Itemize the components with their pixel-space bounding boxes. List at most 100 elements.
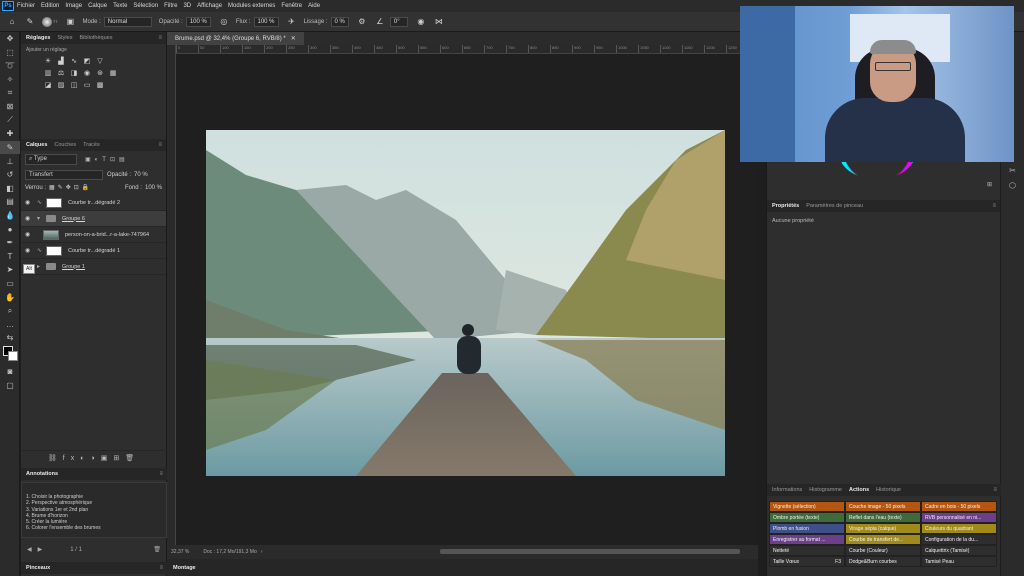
menu-filtre[interactable]: Filtre <box>164 3 177 9</box>
mode-control[interactable]: Mode : Normal <box>82 16 152 27</box>
tab-actions[interactable]: Actions <box>849 487 869 493</box>
action-item[interactable]: Plomb en fusion <box>769 523 845 534</box>
symmetry-icon[interactable]: ⋈ <box>433 16 445 28</box>
menu-fenetre[interactable]: Fenêtre <box>281 3 302 9</box>
history-brush-tool-icon[interactable]: ↺ <box>0 168 20 182</box>
action-item[interactable]: Tamisé Peau <box>921 556 997 567</box>
prev-arrow-icon[interactable]: ◀ <box>27 546 32 553</box>
tab-informations[interactable]: Informations <box>772 487 802 493</box>
eye-icon[interactable]: ◉ <box>25 199 33 206</box>
opacity-field[interactable]: 100 % <box>185 16 211 27</box>
flux-field[interactable]: 100 % <box>253 16 279 27</box>
tab-annotations[interactable]: Annotations <box>26 471 58 477</box>
eye-icon[interactable]: ◉ <box>25 231 33 238</box>
layer-row[interactable]: ◉ ∿ Courbe tr...dégradé 1 <box>21 243 166 259</box>
menu-calque[interactable]: Calque <box>88 3 107 9</box>
shape-tool-icon[interactable]: ▭ <box>0 277 20 291</box>
canvas-image[interactable] <box>206 130 725 476</box>
tab-histogramme[interactable]: Histogramme <box>809 487 842 493</box>
tab-montage[interactable]: Montage <box>173 565 196 571</box>
eye-icon[interactable]: ◉ <box>25 247 33 254</box>
tab-traces[interactable]: Tracés <box>83 142 100 148</box>
layers-menu-icon[interactable]: ≡ <box>158 142 162 148</box>
menu-aide[interactable]: Aide <box>308 3 320 9</box>
action-item[interactable]: Taille Vœux F3 <box>769 556 845 567</box>
hue-saturation-icon[interactable]: ▥ <box>43 68 53 77</box>
gradient-map-icon[interactable]: ▭ <box>82 80 92 89</box>
chevron-down-icon[interactable]: ▾ <box>37 215 40 222</box>
trash-icon[interactable]: 🗑 <box>153 546 161 553</box>
pressure-size-icon[interactable]: ◉ <box>415 16 427 28</box>
annotations-menu-icon[interactable]: ≡ <box>159 471 163 477</box>
layer-opacity-value[interactable]: 70 % <box>134 172 148 178</box>
invert-icon[interactable]: ◪ <box>43 80 53 89</box>
blur-tool-icon[interactable]: 💧 <box>0 209 20 223</box>
marquee-tool-icon[interactable]: ⬚ <box>0 46 20 60</box>
stamp-tool-icon[interactable]: ⊥ <box>0 154 20 168</box>
close-icon[interactable]: ✕ <box>291 35 296 42</box>
action-item[interactable]: Ombre portée (texte) <box>769 512 845 523</box>
action-item[interactable]: Couleurs du quadrant <box>921 523 997 534</box>
layers-footer-icons[interactable]: ⛓fx◐◑▣⊞🗑 <box>21 450 167 464</box>
background-color[interactable] <box>8 350 18 361</box>
move-tool-icon[interactable]: ✥ <box>0 32 20 46</box>
flux-control[interactable]: Flux : 100 % <box>236 16 279 27</box>
chevron-right-icon[interactable]: › <box>261 549 263 555</box>
tab-parametres-pinceau[interactable]: Paramètres de pinceau <box>806 203 863 209</box>
tab-pinceaux[interactable]: Pinceaux <box>26 565 50 571</box>
blend-mode-select[interactable]: Transfert <box>25 170 103 180</box>
eye-icon[interactable]: ◉ <box>25 215 33 222</box>
menu-fichier[interactable]: Fichier <box>17 3 35 9</box>
action-item[interactable]: Cadre en bois - 50 pixels <box>921 501 997 512</box>
vibrance-icon[interactable]: ▽ <box>95 56 105 65</box>
panel-menu-icon[interactable]: ≡ <box>158 35 162 41</box>
canvas-area[interactable] <box>176 55 758 545</box>
smoothing-control[interactable]: Lissage : 0 % <box>304 16 349 27</box>
smoothing-field[interactable]: 0 % <box>330 16 349 27</box>
zoom-level[interactable]: 32,37 % <box>171 549 189 555</box>
angle-control[interactable]: ∠ 0° <box>374 16 408 28</box>
layer-row[interactable]: ◉ person-on-a-brid...r-a-lake-747964 <box>21 227 166 243</box>
levels-icon[interactable]: ▟ <box>56 56 66 65</box>
brush-tool-icon[interactable]: ✎ <box>0 140 20 155</box>
action-item[interactable]: Vignette (sélection) <box>769 501 845 512</box>
lock-icons[interactable]: ▦✎✥⊡🔒 <box>49 184 92 191</box>
path-select-tool-icon[interactable]: ➤ <box>0 263 20 277</box>
pen-tool-icon[interactable]: ✒ <box>0 236 20 250</box>
3d-icon[interactable]: ⬡ <box>1001 181 1024 190</box>
action-item[interactable]: Enregistrer au format ... <box>769 534 845 545</box>
menu-affichage[interactable]: Affichage <box>197 3 222 9</box>
next-arrow-icon[interactable]: ▶ <box>38 546 43 553</box>
more-tools-icon[interactable]: … <box>0 317 20 331</box>
fill-value[interactable]: 100 % <box>145 185 162 191</box>
color-swatches[interactable] <box>0 345 19 365</box>
eraser-tool-icon[interactable]: ◧ <box>0 182 20 196</box>
zoom-tool-icon[interactable]: ⌕ <box>0 304 20 318</box>
mode-select[interactable]: Normal <box>103 16 152 27</box>
tab-couches[interactable]: Couches <box>54 142 76 148</box>
action-item[interactable]: Couche image - 50 pixels <box>845 501 921 512</box>
tab-styles[interactable]: Styles <box>57 35 72 41</box>
menu-3d[interactable]: 3D <box>183 3 191 9</box>
curves-icon[interactable]: ∿ <box>69 56 79 65</box>
tab-calques[interactable]: Calques <box>26 142 47 148</box>
screen-mode-icon[interactable]: ▢ <box>0 378 20 392</box>
home-icon[interactable]: ⌂ <box>6 16 18 28</box>
tab-proprietes[interactable]: Propriétés <box>772 203 799 209</box>
channel-mixer-icon[interactable]: ⊛ <box>95 68 105 77</box>
brush-settings-icon[interactable]: ▣ <box>64 16 76 28</box>
hand-tool-icon[interactable]: ✋ <box>0 290 20 304</box>
threshold-icon[interactable]: ◫ <box>69 80 79 89</box>
brightness-icon[interactable]: ☀ <box>43 56 53 65</box>
document-tab[interactable]: Brume.psd @ 32,4% (Groupe 6, RVB/8) * ✕ <box>167 32 304 45</box>
properties-menu-icon[interactable]: ≡ <box>992 203 996 209</box>
color-lookup-icon[interactable]: ▦ <box>108 68 118 77</box>
photo-filter-icon[interactable]: ◉ <box>82 68 92 77</box>
healing-tool-icon[interactable]: ✚ <box>0 127 20 141</box>
tools-icon[interactable]: ✂ <box>1001 166 1024 175</box>
action-item[interactable]: Virage sépia (calque) <box>845 523 921 534</box>
brush-tool-icon[interactable]: ✎ <box>24 16 36 28</box>
tab-bibliotheques[interactable]: Bibliothèques <box>79 35 112 41</box>
airbrush-icon[interactable]: ✈ <box>286 16 298 28</box>
posterize-icon[interactable]: ▨ <box>56 80 66 89</box>
